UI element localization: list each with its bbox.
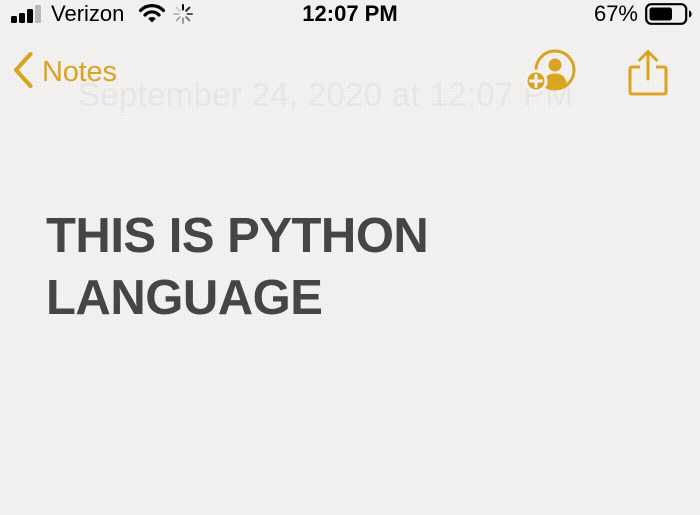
nav-bar: September 24, 2020 at 12:07 PM Notes [0, 40, 700, 113]
carrier-label: Verizon [51, 1, 125, 26]
status-time: 12:07 PM [302, 1, 398, 26]
battery-percent: 67% [593, 1, 638, 26]
add-person-button[interactable] [522, 48, 578, 100]
note-date: September 24, 2020 at 12:07 PM [78, 76, 573, 114]
activity-spinner-icon [172, 3, 194, 30]
share-button[interactable] [626, 48, 670, 100]
battery-icon [645, 3, 693, 30]
signal-bars-icon [11, 5, 45, 23]
share-icon [626, 50, 670, 104]
chevron-left-icon [12, 51, 34, 94]
back-label: Notes [42, 55, 117, 88]
wifi-icon [138, 4, 166, 29]
back-button[interactable]: Notes [12, 50, 117, 94]
note-text-line[interactable]: THIS IS PYTHON [46, 205, 666, 267]
note-body[interactable]: THIS IS PYTHON LANGUAGE [46, 205, 666, 329]
note-text-line[interactable]: LANGUAGE [46, 267, 666, 329]
status-bar: Verizon 12:07 PM 67% [0, 0, 700, 30]
add-person-icon [522, 49, 578, 104]
